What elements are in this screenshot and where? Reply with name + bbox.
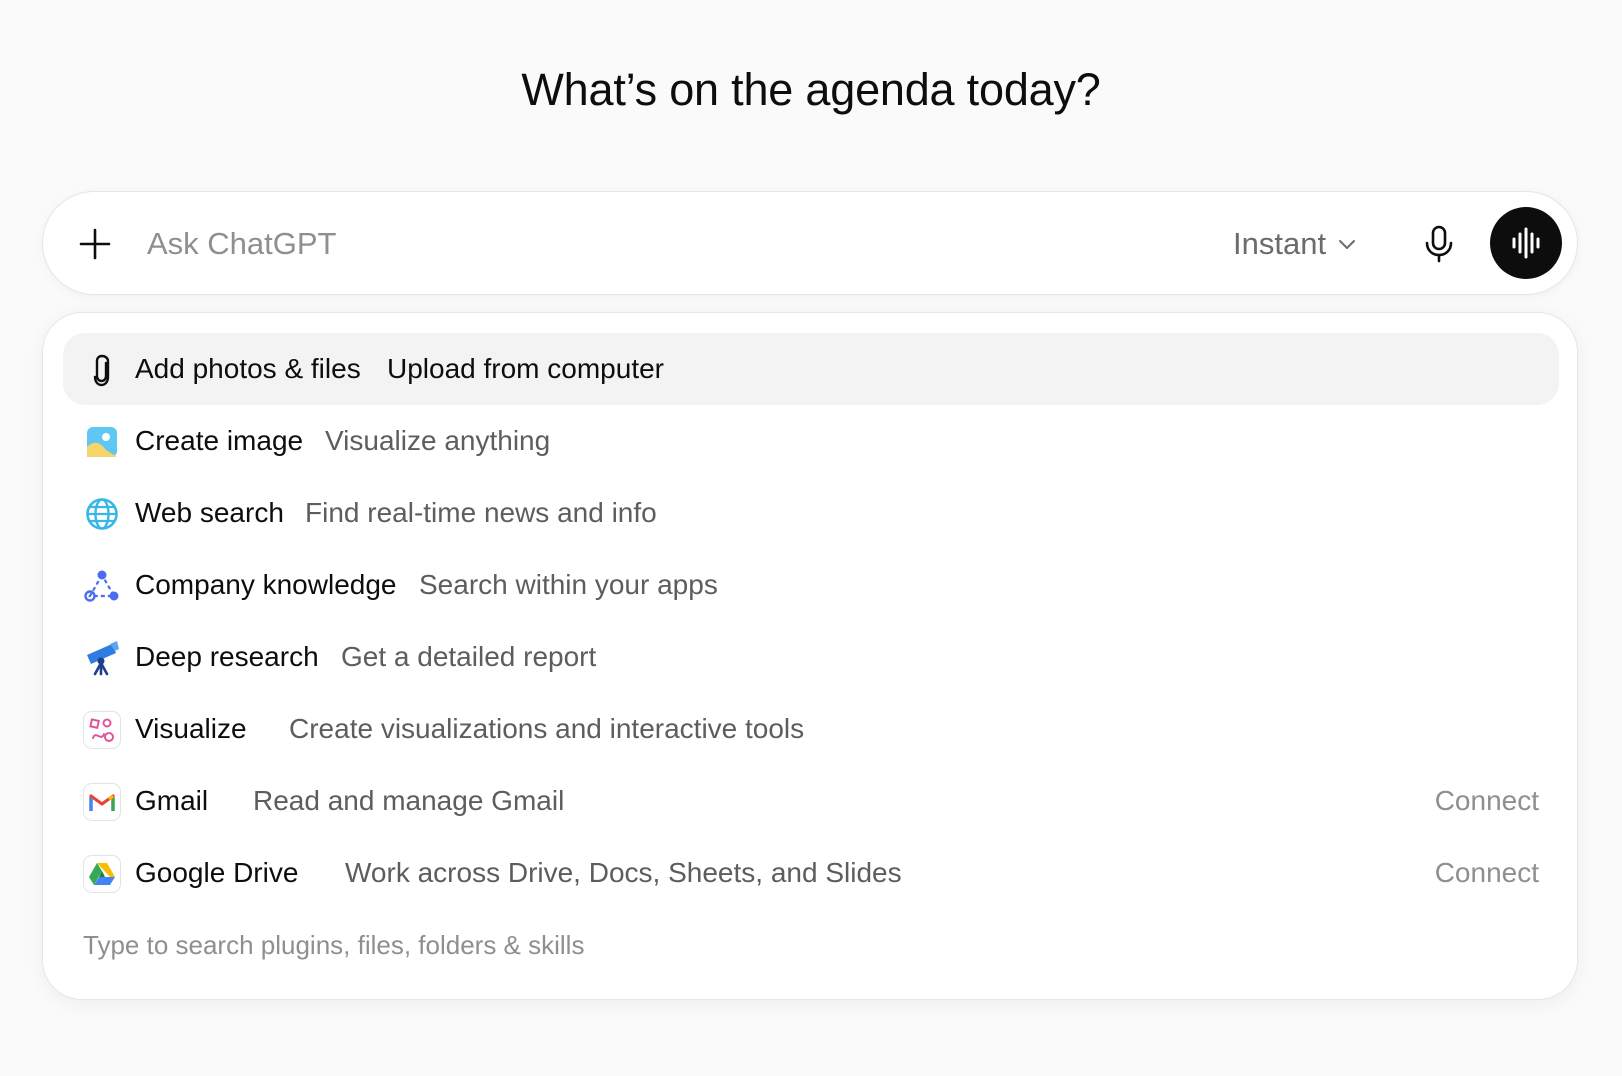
menu-item-description: Get a detailed report bbox=[341, 641, 597, 672]
menu-item-visualize[interactable]: Visualize Create visualizations and inte… bbox=[63, 693, 1559, 765]
menu-item-description: Create visualizations and interactive to… bbox=[289, 713, 805, 744]
dictate-button[interactable] bbox=[1415, 220, 1463, 268]
menu-item-label: Add photos & files bbox=[135, 353, 361, 384]
menu-item-description: Upload from computer bbox=[387, 353, 665, 384]
menu-item-add-photos-files[interactable]: Add photos & files Upload from computer bbox=[63, 333, 1559, 405]
menu-item-description: Work across Drive, Docs, Sheets, and Sli… bbox=[345, 857, 902, 888]
google-drive-icon bbox=[83, 855, 121, 893]
network-icon bbox=[83, 567, 121, 605]
model-selector-label: Instant bbox=[1233, 226, 1327, 261]
google-drive-connect-link[interactable]: Connect bbox=[1435, 837, 1539, 909]
globe-icon bbox=[83, 495, 121, 533]
microphone-icon bbox=[1425, 225, 1453, 263]
menu-item-create-image[interactable]: Create image Visualize anything bbox=[63, 405, 1559, 477]
menu-item-label: Visualize bbox=[135, 713, 247, 744]
menu-item-description: Visualize anything bbox=[325, 425, 551, 456]
chat-composer: Instant bbox=[42, 191, 1578, 295]
menu-item-description: Find real-time news and info bbox=[305, 497, 657, 528]
menu-item-label: Gmail bbox=[135, 785, 209, 816]
shapes-icon bbox=[83, 711, 121, 749]
menu-item-description: Read and manage Gmail bbox=[253, 785, 565, 816]
gmail-connect-link[interactable]: Connect bbox=[1435, 765, 1539, 837]
chevron-down-icon bbox=[1339, 240, 1356, 249]
voice-waveform-icon bbox=[1512, 227, 1540, 259]
telescope-icon bbox=[83, 639, 121, 677]
page-title: What’s on the agenda today? bbox=[521, 64, 1101, 115]
menu-item-description: Search within your apps bbox=[419, 569, 718, 600]
menu-search-hint: Type to search plugins, files, folders &… bbox=[83, 930, 585, 960]
paperclip-icon bbox=[83, 351, 121, 389]
menu-item-google-drive[interactable]: Google Drive Work across Drive, Docs, Sh… bbox=[63, 837, 1559, 909]
composer-tools-menu: Add photos & files Upload from computer … bbox=[42, 312, 1578, 1000]
menu-item-deep-research[interactable]: Deep research Get a detailed report bbox=[63, 621, 1559, 693]
menu-item-company-knowledge[interactable]: Company knowledge Search within your app… bbox=[63, 549, 1559, 621]
menu-item-label: Web search bbox=[135, 497, 284, 528]
plus-icon bbox=[79, 228, 111, 260]
menu-item-label: Company knowledge bbox=[135, 569, 397, 600]
menu-item-web-search[interactable]: Web search Find real-time news and info bbox=[63, 477, 1559, 549]
gmail-icon bbox=[83, 783, 121, 821]
model-selector[interactable]: Instant bbox=[1233, 220, 1358, 268]
image-icon bbox=[83, 423, 121, 461]
voice-mode-button[interactable] bbox=[1490, 207, 1562, 279]
menu-item-label: Google Drive bbox=[135, 857, 299, 888]
menu-item-gmail[interactable]: Gmail Read and manage Gmail Connect bbox=[63, 765, 1559, 837]
add-attachment-button[interactable] bbox=[71, 220, 119, 268]
chat-input[interactable] bbox=[147, 222, 1047, 266]
menu-item-label: Create image bbox=[135, 425, 304, 456]
menu-item-label: Deep research bbox=[135, 641, 319, 672]
